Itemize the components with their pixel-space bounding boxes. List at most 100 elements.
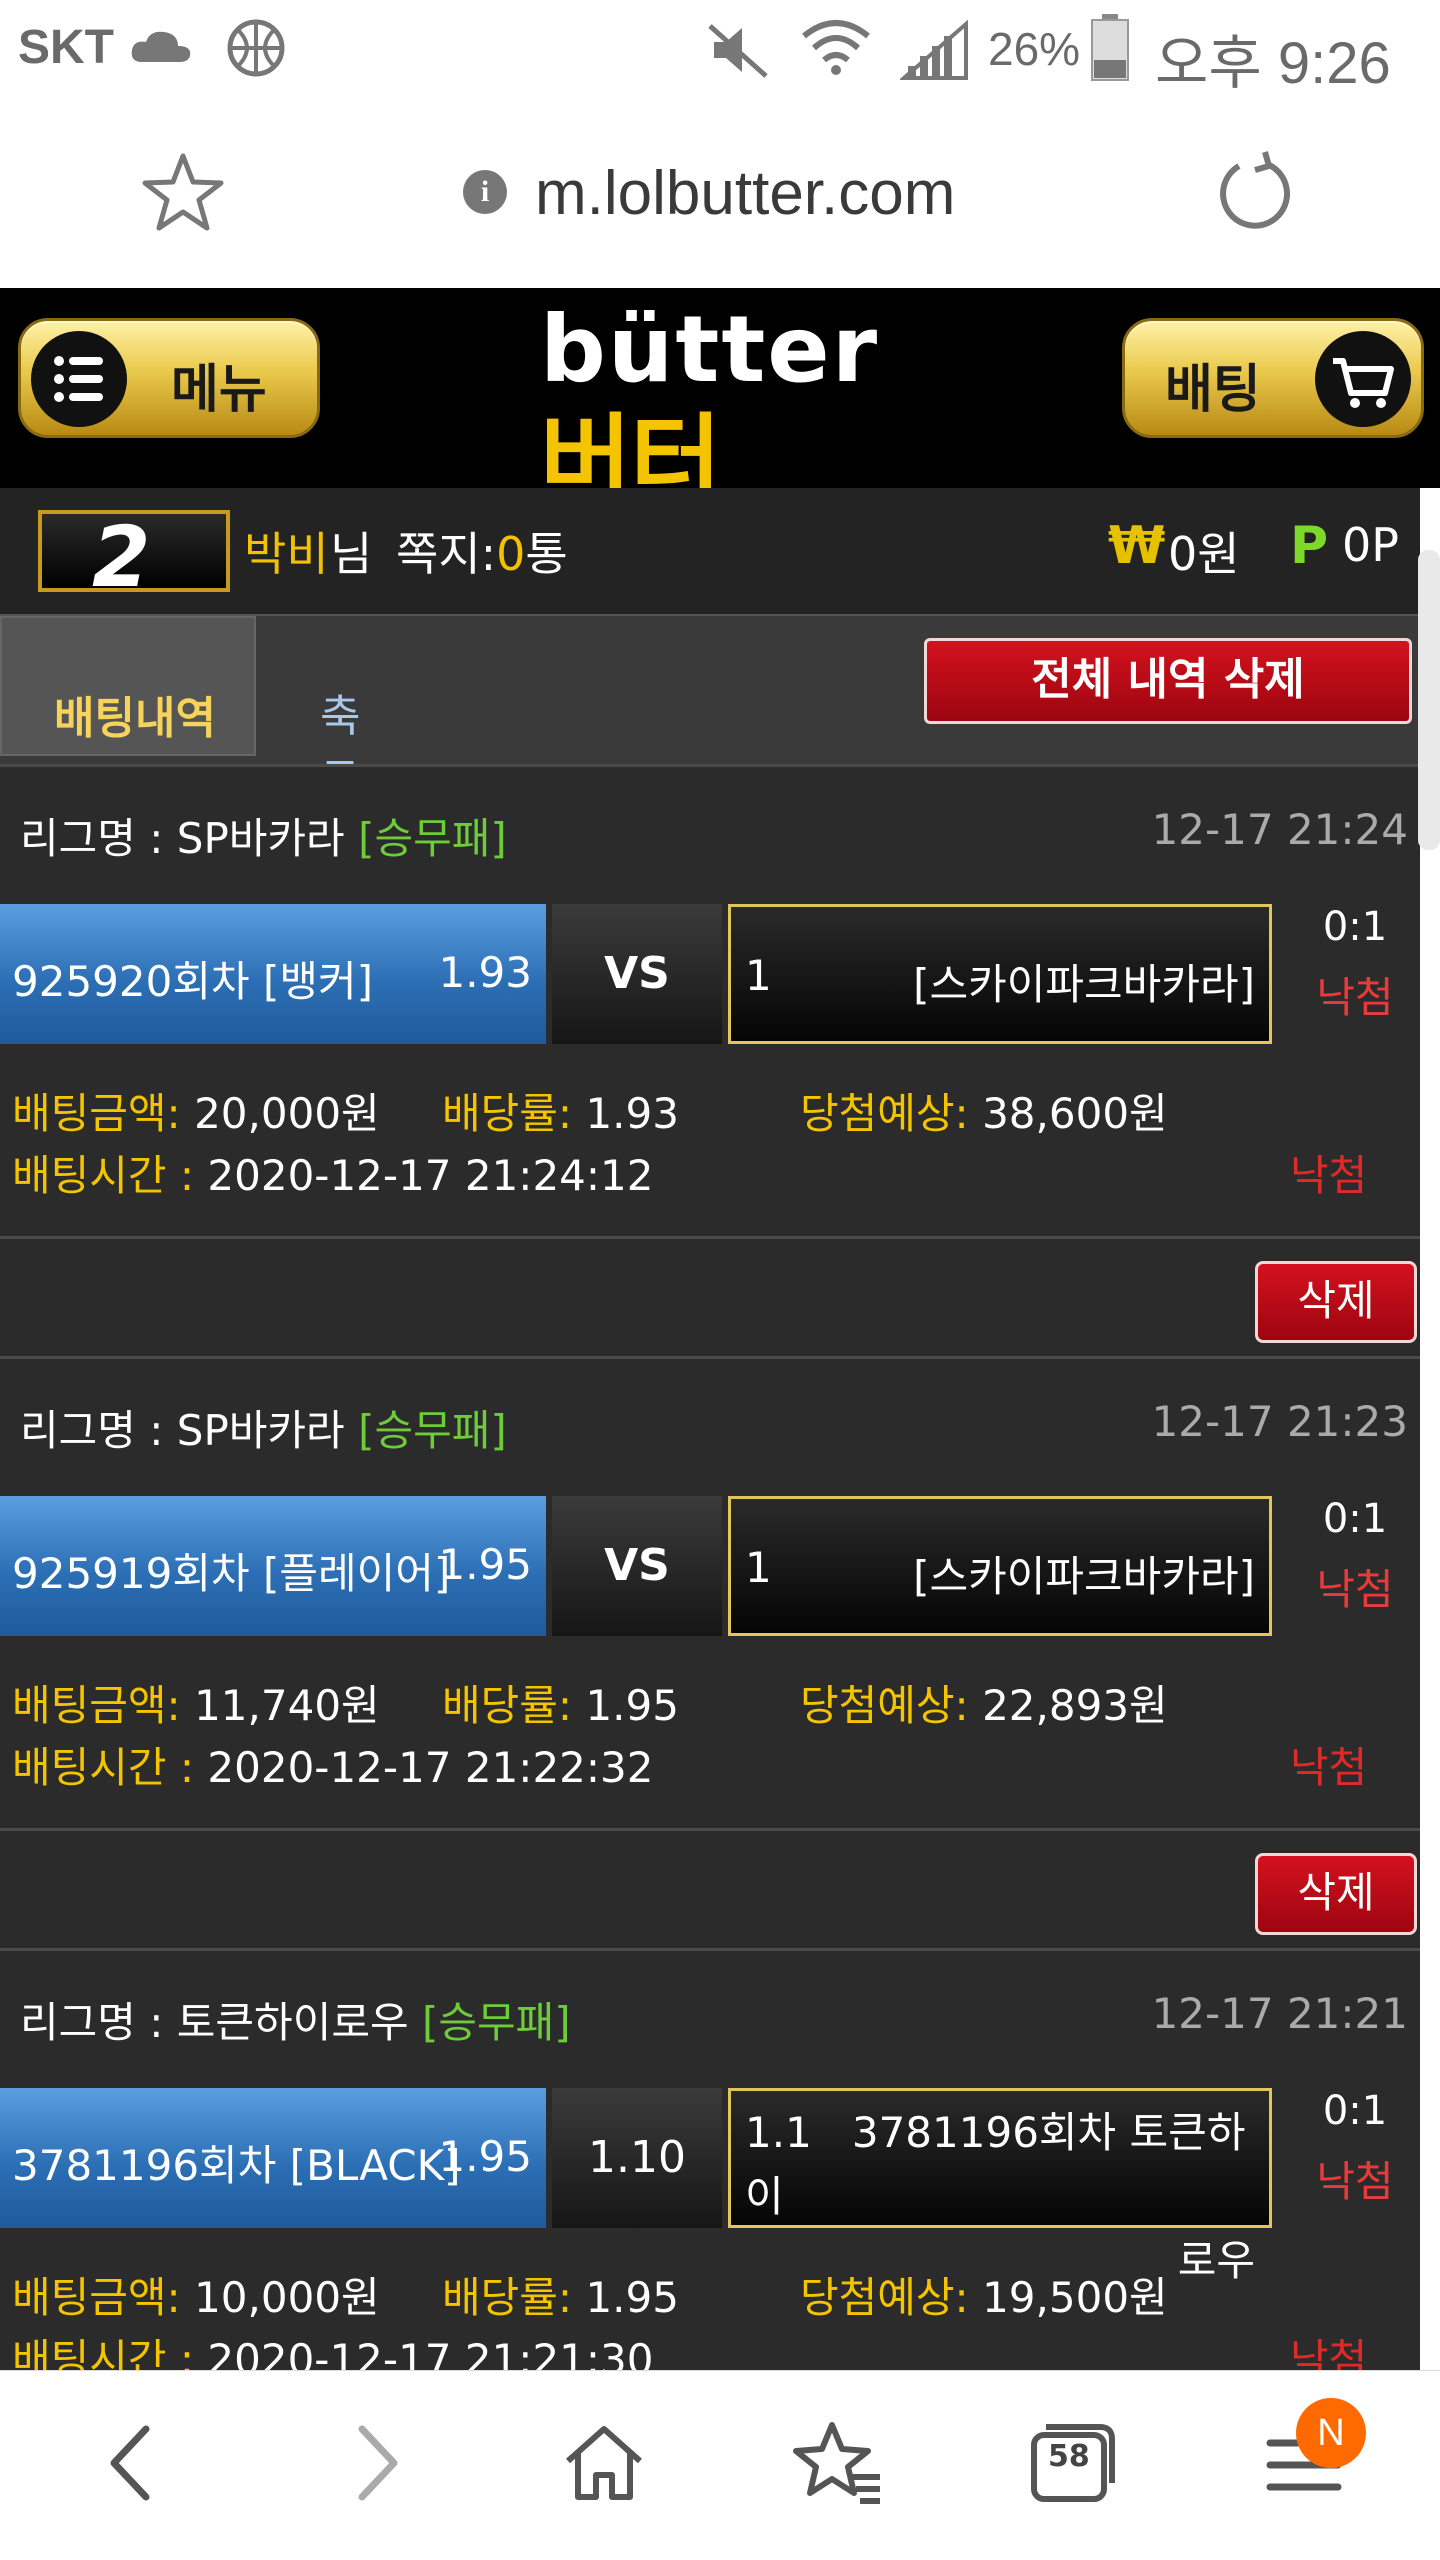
tab-betting-history[interactable]: 배팅내역 <box>0 616 256 756</box>
tabs-icon[interactable]: 58 <box>1022 2413 1122 2513</box>
time-value: 2020-12-17 21:21:30 <box>207 2335 654 2370</box>
league-prefix: 리그명 : <box>20 1406 164 1455</box>
result-status: 낙첨 <box>1316 973 1394 1022</box>
betting-cart-button[interactable]: 배팅 <box>1122 318 1424 438</box>
cloud-icon <box>128 26 194 70</box>
menu-label: 메뉴 <box>171 360 267 420</box>
away-odds: 1 <box>745 1543 772 1592</box>
vs-label: VS <box>552 904 722 1044</box>
rate-label: 배당률: <box>442 1089 573 1138</box>
home-odds: 1.93 <box>438 948 532 997</box>
time-label: 배팅시간 : <box>12 2335 195 2370</box>
site-logo[interactable]: bütter 버터 <box>540 296 900 520</box>
bookmarks-icon[interactable] <box>788 2413 888 2513</box>
battery-icon <box>1090 14 1130 86</box>
won-icon: ₩ <box>1108 516 1166 576</box>
message-link[interactable]: 쪽지:0통 <box>396 518 568 584</box>
delete-all-history-button[interactable]: 전체 내역 삭제 <box>924 638 1412 724</box>
amount-label: 배팅금액: <box>12 2273 181 2322</box>
home-icon[interactable] <box>554 2413 654 2513</box>
rate-value: 1.95 <box>585 1681 679 1730</box>
amount-label: 배팅금액: <box>12 1089 181 1138</box>
basketball-icon <box>226 18 286 82</box>
bet-date: 12-17 21:24 <box>1151 805 1408 854</box>
vs-label: VS <box>552 1496 722 1636</box>
time-label: 배팅시간 : <box>12 1151 195 1200</box>
away-name: [스카이파크바카라] <box>913 1552 1255 1601</box>
away-name: [스카이파크바카라] <box>913 960 1255 1009</box>
league-name: 리그명 : SP바카라 [승무패] <box>20 1397 507 1458</box>
away-name-line1: 3781196회차 토큰하이 <box>745 2108 1246 2221</box>
battery-percent: 26% <box>988 23 1081 75</box>
back-icon[interactable] <box>84 2413 184 2513</box>
delete-row: 삭제 <box>0 1828 1420 1956</box>
point-balance: 0P <box>1342 518 1400 572</box>
away-odds: 1 <box>745 951 772 1000</box>
time-label: 배팅시간 : <box>12 1743 195 1792</box>
expected-value: 38,600원 <box>982 1089 1168 1138</box>
expected-value: 22,893원 <box>982 1681 1168 1730</box>
bet-date: 12-17 21:23 <box>1151 1397 1408 1446</box>
home-odds: 1.95 <box>438 1540 532 1589</box>
star-icon[interactable] <box>140 150 226 240</box>
bet-label: 배팅 <box>1165 360 1261 420</box>
result-status: 낙첨 <box>1316 2157 1394 2206</box>
result-status: 낙첨 <box>1316 1565 1394 1614</box>
mute-icon <box>706 20 770 84</box>
away-pick[interactable]: 1.1 3781196회차 토큰하이 로우 <box>728 2088 1272 2285</box>
score-result: 0:1 낙첨 <box>1300 904 1410 1025</box>
url-field[interactable]: m.lolbutter.com <box>535 158 955 229</box>
home-name: 3781196회차 [BLACK] <box>12 2141 461 2190</box>
result-label: 낙첨 <box>1290 2335 1368 2370</box>
league-prefix: 리그명 : <box>20 814 164 863</box>
result-label: 낙첨 <box>1290 1743 1368 1792</box>
result-label: 낙첨 <box>1290 1151 1368 1200</box>
tab-count: 58 <box>1048 2439 1090 2474</box>
home-pick[interactable]: 3781196회차 [BLACK] 1.95 <box>0 2088 546 2228</box>
bet-type-tag: [승무패] <box>421 1998 571 2047</box>
status-bar: SKT 26% 오후 9:26 <box>0 0 1440 100</box>
clock: 오후 9:26 <box>1155 31 1391 96</box>
signal-icon <box>898 19 970 84</box>
forward-icon[interactable] <box>324 2413 424 2513</box>
time-value: 2020-12-17 21:22:32 <box>207 1743 654 1792</box>
league-value: 토큰하이로우 <box>176 1998 409 2047</box>
league-name: 리그명 : SP바카라 [승무패] <box>20 805 507 866</box>
delete-button[interactable]: 삭제 <box>1255 1853 1417 1935</box>
league-value: SP바카라 <box>176 814 345 863</box>
league-row: 리그명 : 토큰하이로우 [승무패] 12-17 21:21 <box>0 1948 1420 2064</box>
bet-date: 12-17 21:21 <box>1151 1989 1408 2038</box>
point-icon: P <box>1290 516 1329 576</box>
home-pick[interactable]: 925920회차 [뱅커] 1.93 <box>0 904 546 1044</box>
delete-button[interactable]: 삭제 <box>1255 1261 1417 1343</box>
away-pick[interactable]: 1 [스카이파크바카라] <box>728 904 1272 1044</box>
expected-value: 19,500원 <box>982 2273 1168 2322</box>
score: 0:1 <box>1322 2088 1388 2134</box>
amount-label: 배팅금액: <box>12 1681 181 1730</box>
browser-bottom-nav: 58 <box>0 2370 1440 2560</box>
home-name: 925920회차 [뱅커] <box>12 957 374 1006</box>
browser-address-bar: i m.lolbutter.com <box>0 100 1440 288</box>
wifi-icon <box>800 14 872 84</box>
away-pick[interactable]: 1 [스카이파크바카라] <box>728 1496 1272 1636</box>
info-icon[interactable]: i <box>463 170 507 214</box>
reload-icon[interactable] <box>1215 150 1295 240</box>
expected-label: 당첨예상: <box>800 1681 969 1730</box>
score: 0:1 <box>1322 904 1388 950</box>
away-odds: 1.1 <box>745 2108 812 2157</box>
message-label: 쪽지: <box>396 527 497 581</box>
home-pick[interactable]: 925919회차 [플레이어] 1.95 <box>0 1496 546 1636</box>
menu-button[interactable]: 메뉴 <box>18 318 320 438</box>
level-number: 2 <box>92 508 151 606</box>
expected-label: 당첨예상: <box>800 2273 969 2322</box>
league-prefix: 리그명 : <box>20 1998 164 2047</box>
rate-value: 1.93 <box>585 1089 679 1138</box>
match-row: 925920회차 [뱅커] 1.93 VS 1 [스카이파크바카라] 0:1 낙… <box>0 904 1420 1044</box>
carrier-label: SKT <box>18 21 114 74</box>
scrollbar-thumb[interactable] <box>1418 550 1440 850</box>
delete-row: 삭제 <box>0 1236 1420 1364</box>
level-badge: 2 <box>38 508 230 606</box>
notification-badge: N <box>1296 2398 1366 2468</box>
user-name-suffix: 님 <box>330 527 373 581</box>
league-row: 리그명 : SP바카라 [승무패] 12-17 21:23 <box>0 1356 1420 1472</box>
